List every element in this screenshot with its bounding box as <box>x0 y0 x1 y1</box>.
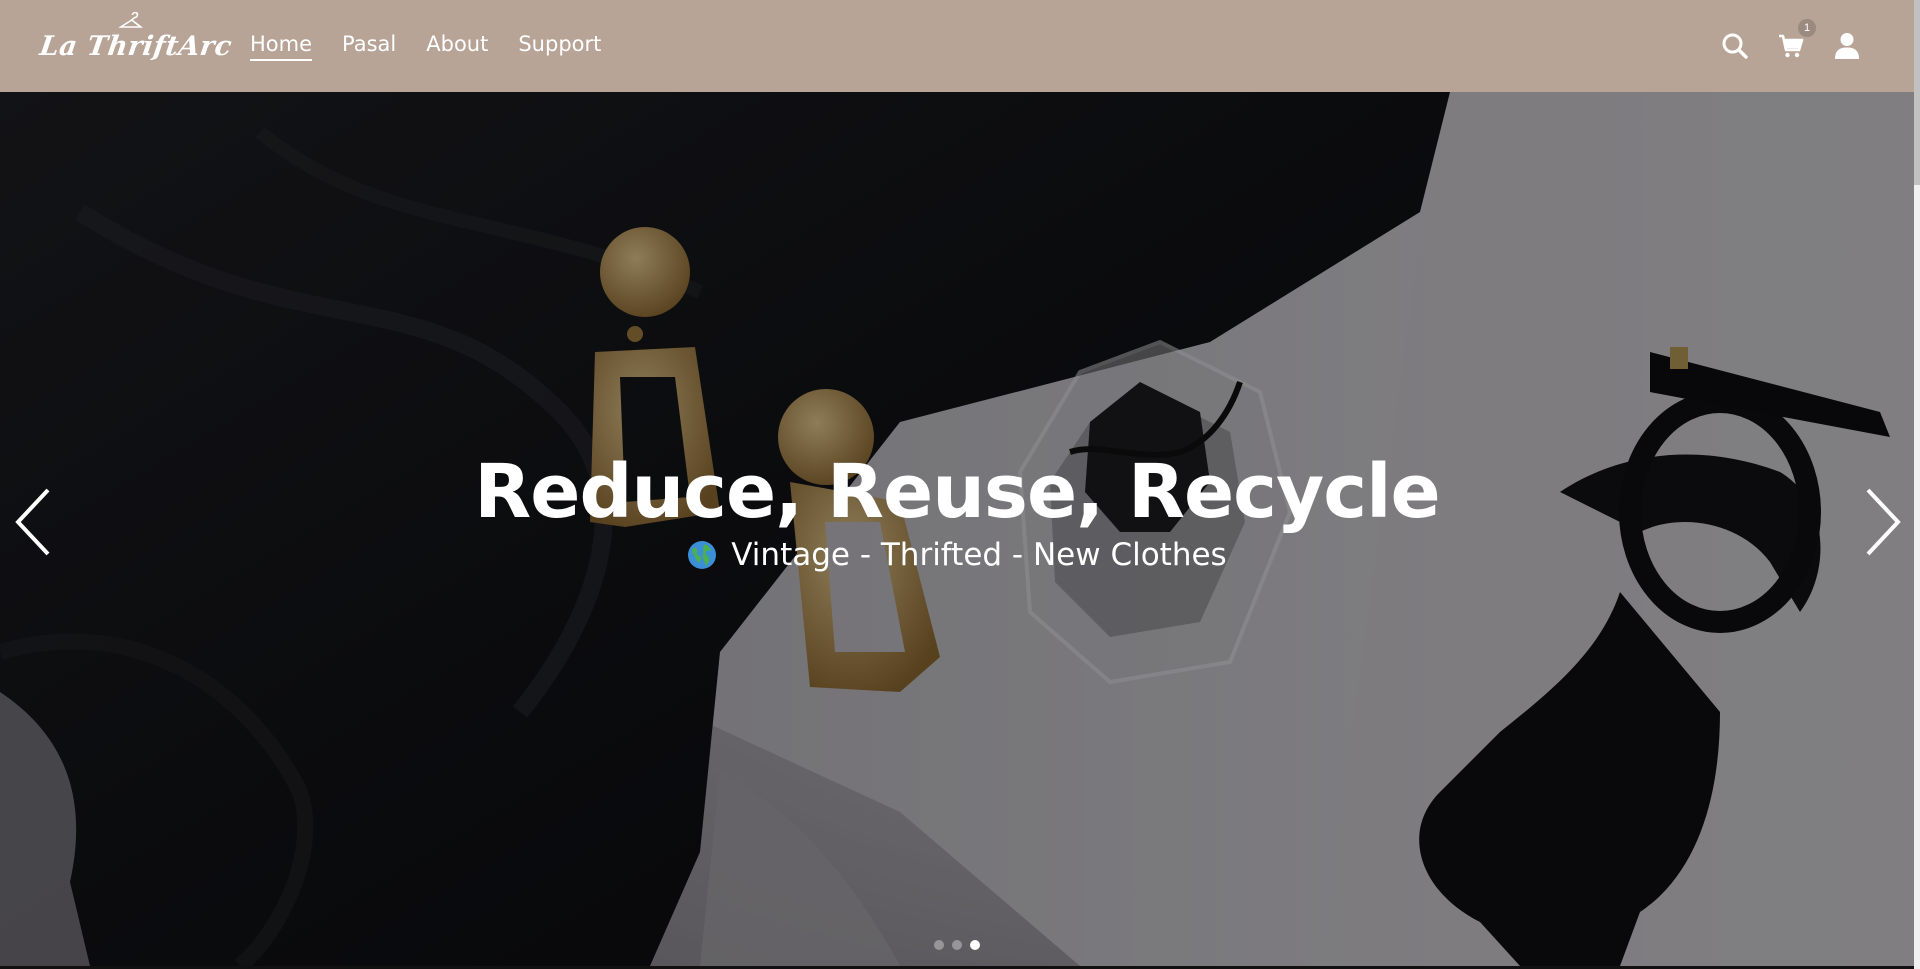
cart-button[interactable]: 1 <box>1776 19 1816 61</box>
nav-about[interactable]: About <box>426 32 488 61</box>
user-icon <box>1835 33 1859 59</box>
hero-title: Reduce, Reuse, Recycle <box>474 449 1440 535</box>
carousel-dot-3[interactable] <box>970 940 980 950</box>
carousel-indicators <box>0 940 1914 950</box>
site-header: La ThriftArc Home Pasal About Support 1 <box>0 0 1914 92</box>
scrollbar-thumb[interactable] <box>1914 0 1920 185</box>
globe-icon <box>688 541 717 570</box>
carousel-dot-2[interactable] <box>952 940 962 950</box>
header-actions: 1 <box>1720 19 1862 61</box>
nav-pasal[interactable]: Pasal <box>342 32 396 61</box>
account-button[interactable] <box>1832 31 1862 61</box>
hanger-icon <box>118 11 144 28</box>
hero-caption: Reduce, Reuse, Recycle Vintage - Thrifte… <box>0 449 1914 575</box>
hero-subtitle: Vintage - Thrifted - New Clothes <box>731 537 1227 574</box>
page-scrollbar[interactable] <box>1914 0 1920 969</box>
brand-logo-text: La ThriftArc <box>37 30 234 62</box>
search-icon <box>1722 33 1748 59</box>
carousel-dot-1[interactable] <box>934 940 944 950</box>
nav-support[interactable]: Support <box>518 32 601 61</box>
cart-icon <box>1779 34 1804 58</box>
main-nav: Home Pasal About Support <box>250 32 601 61</box>
cart-count-badge: 1 <box>1798 19 1816 37</box>
nav-home[interactable]: Home <box>250 32 313 61</box>
hero-carousel: Reduce, Reuse, Recycle Vintage - Thrifte… <box>0 92 1914 966</box>
hero-subtitle-row: Vintage - Thrifted - New Clothes <box>687 537 1227 574</box>
search-button[interactable] <box>1720 31 1750 61</box>
brand-logo[interactable]: La ThriftArc <box>38 11 234 62</box>
